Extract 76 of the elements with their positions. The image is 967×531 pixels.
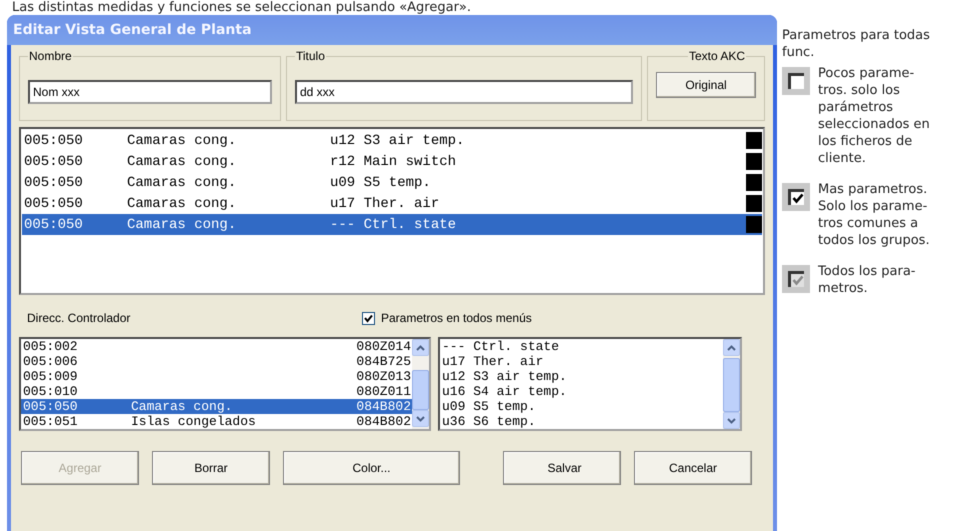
window-title: Editar Vista General de Planta [13,22,252,38]
greyed-checkbox-icon [782,265,810,293]
code-text: 080Z014 [356,339,412,354]
code-text: 084B802 [356,399,412,414]
group-text: Camaras cong. [127,174,238,190]
list-item[interactable]: --- Ctrl. state [440,339,723,354]
empty-checkbox-icon [782,67,810,95]
address-text: 005:006 [23,354,79,369]
dialog-button[interactable]: Color... [283,451,460,485]
group-text: Camaras cong. [127,132,238,148]
dialog-button[interactable]: Salvar [503,451,621,485]
address-text: 005:002 [23,339,79,354]
list-row[interactable]: 005:006 084B725 [21,354,412,369]
all-menus-checkbox[interactable]: Parametros en todos menús [362,311,532,325]
parameter-text: r12 Main switch [330,154,458,170]
caption-text: Las distintas medidas y funciones se seleccionan pulsando «Agregar». [11,0,472,15]
address-text: 005:009 [23,369,79,384]
dialog-button[interactable]: Borrar [152,451,270,485]
parameter-text: --- Ctrl. state [330,216,458,232]
list-item[interactable]: u12 S3 air temp. [440,369,723,384]
controller-name: Camaras cong. [131,399,232,414]
list-item[interactable]: u09 S5 temp. [440,399,723,414]
code-text: 080Z011 [356,384,412,399]
scrollbar[interactable] [723,339,740,429]
code-text: 080Z013 [356,369,412,384]
group-label: Titulo [295,49,326,63]
code-text: 084B725 [356,354,412,369]
parameter-text: u09 S5 temp. [330,174,432,190]
group-text: Camaras cong. [127,154,238,170]
list-row[interactable]: 005:051 Islas congelados 084B802 [21,414,412,429]
group-label: Texto AKC [688,49,746,63]
legend-title: Parametros para todas func. [782,27,931,61]
group-text: Camaras cong. [127,216,238,232]
list-row[interactable]: 005:050 Camaras cong. u17 Ther. air [22,193,762,214]
dialog-button[interactable]: Cancelar [634,451,752,485]
address-text: 005:051 [23,414,79,429]
legend-text: Pocos parame-tros. solo los parámetros seleccionados en los ficheros de cliente. [818,65,931,167]
input-field[interactable]: dd xxx [295,80,633,104]
address-text: 005:050 [23,399,79,414]
legend-text: Mas parametros. Solo los parame-tros comunes a todos los grupos. [818,181,931,249]
code-text: 084B802 [356,414,412,429]
address-text: 005:010 [23,384,79,399]
scroll-up-icon[interactable] [412,339,429,356]
group-label: Nombre [28,49,73,63]
group-text: Camaras cong. [127,196,238,212]
scroll-up-icon[interactable] [723,339,740,356]
controller-label: Direcc. Controlador [26,311,132,325]
parameter-text: u12 S3 air temp. [330,132,466,148]
list-row[interactable]: 005:050 Camaras cong. --- Ctrl. state [22,214,762,235]
input-field[interactable]: Nom xxx [28,80,272,104]
legend-text: Todos los para-metros. [818,263,916,297]
list-row[interactable]: 005:002 080Z014 [21,339,412,354]
check-icon [364,314,373,322]
scrollbar[interactable] [412,339,429,429]
address-text: 005:050 [24,196,84,212]
checked-checkbox-icon [782,183,810,211]
address-text: 005:050 [24,174,84,190]
controller-name: Islas congelados [131,414,256,429]
original-button[interactable]: Original [656,72,756,98]
list-item[interactable]: u17 Ther. air [440,354,723,369]
scroll-down-icon[interactable] [412,410,429,427]
list-row[interactable]: 005:050 Camaras cong. u12 S3 air temp. [22,130,762,151]
list-row[interactable]: 005:050 Camaras cong. u09 S5 temp. [22,172,762,193]
scroll-down-icon[interactable] [723,412,740,429]
address-text: 005:050 [24,216,84,232]
list-row[interactable]: 005:050 Camaras cong. r12 Main switch [22,151,762,172]
scroll-thumb[interactable] [723,358,740,412]
list-row[interactable]: 005:010 080Z011 [21,384,412,399]
address-text: 005:050 [24,154,84,170]
list-row[interactable]: 005:050 Camaras cong. 084B802 [21,399,412,414]
address-text: 005:050 [24,132,84,148]
list-item[interactable]: u16 S4 air temp. [440,384,723,399]
list-row[interactable]: 005:009 080Z013 [21,369,412,384]
scroll-thumb[interactable] [412,370,429,410]
parameter-text: u17 Ther. air [330,196,440,212]
list-item[interactable]: u36 S6 temp. [440,414,723,429]
